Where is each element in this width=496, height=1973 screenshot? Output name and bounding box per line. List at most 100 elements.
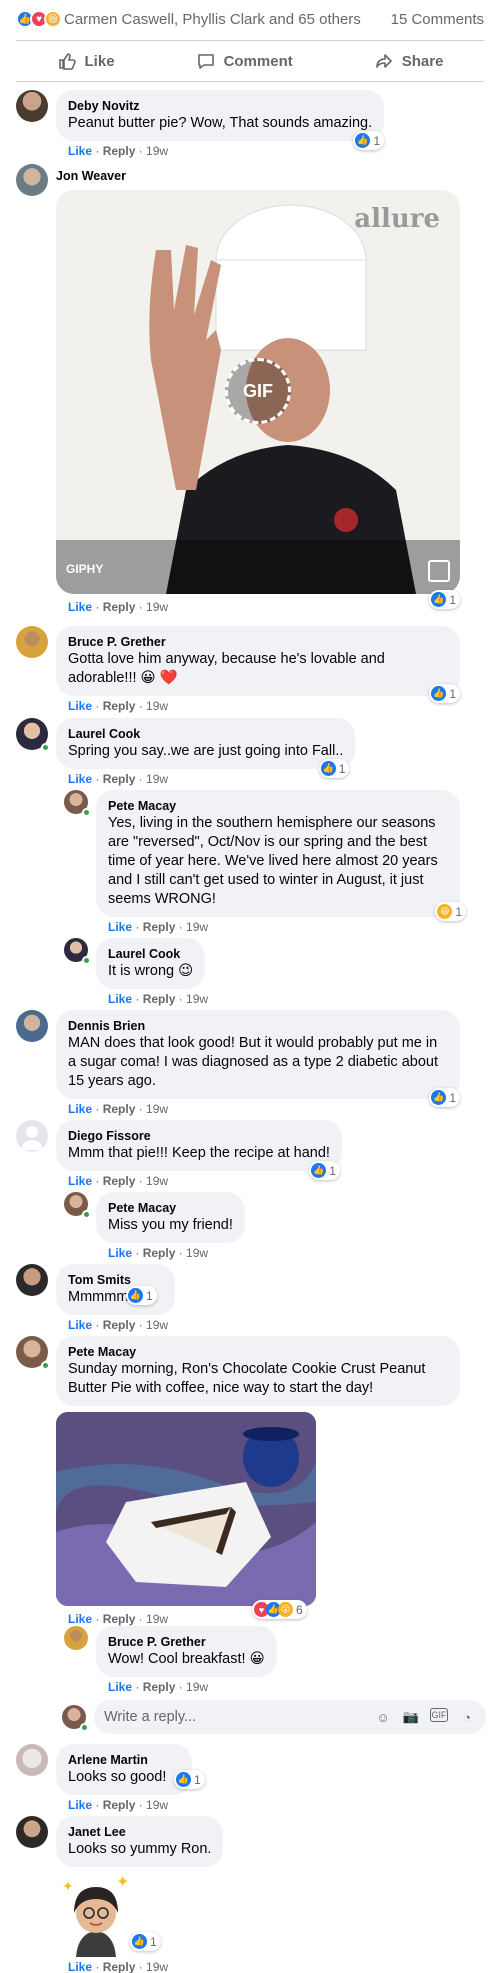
comment-author[interactable]: Dennis Brien [68, 1018, 448, 1034]
giphy-attribution[interactable]: GIPHY [66, 562, 103, 576]
comment-reply-link[interactable]: Reply [103, 600, 136, 614]
comment-like-link[interactable]: Like [68, 1318, 92, 1332]
comment-reply-link[interactable]: Reply [103, 144, 136, 158]
comment-author[interactable]: Bruce P. Grether [68, 634, 448, 650]
reactors-list[interactable]: Carmen Caswell, Phyllis Clark and 65 oth… [64, 11, 391, 28]
comment-like-link[interactable]: Like [68, 772, 92, 786]
photo-attachment[interactable] [56, 1412, 316, 1606]
share-button[interactable]: Share [374, 51, 443, 71]
comment-time[interactable]: 19w [186, 1680, 208, 1694]
avatar[interactable] [16, 1336, 50, 1370]
comment-like-link[interactable]: Like [108, 920, 132, 934]
comment-reply-link[interactable]: Reply [103, 1102, 136, 1116]
comment-author[interactable]: Deby Novitz [68, 98, 372, 114]
reply-input[interactable]: Write a reply... ☺ 📷 GIF ◔ [94, 1700, 486, 1734]
avatar[interactable] [16, 90, 48, 122]
comment-author[interactable]: Tom Smits [68, 1272, 131, 1288]
avatar[interactable] [16, 626, 48, 658]
comment-reactions[interactable]: 👍 1 [126, 1286, 157, 1305]
comment-like-link[interactable]: Like [68, 600, 92, 614]
avatar[interactable] [16, 1120, 48, 1152]
comment-time[interactable]: 19w [146, 144, 168, 158]
reaction-icons[interactable]: 👍 ♥ 😆 [16, 10, 62, 28]
comments-count[interactable]: 15 Comments [391, 11, 484, 28]
comment-time[interactable]: 19w [146, 1798, 168, 1812]
comment-time[interactable]: 19w [146, 699, 168, 713]
comment-author[interactable]: Bruce P. Grether [108, 1634, 265, 1650]
avatar[interactable] [16, 1744, 48, 1776]
smiley-icon[interactable]: ☺ [374, 1708, 392, 1726]
comment-time[interactable]: 19w [186, 920, 208, 934]
comment-time[interactable]: 19w [146, 1174, 168, 1188]
comment-author[interactable]: Laurel Cook [108, 946, 193, 962]
comment-time[interactable]: 19w [146, 772, 168, 786]
comment-author[interactable]: Janet Lee [68, 1824, 211, 1840]
comment-reply-link[interactable]: Reply [103, 1960, 136, 1973]
comment-reactions[interactable]: 👍 1 [429, 1088, 460, 1107]
comment-reply-link[interactable]: Reply [103, 1612, 136, 1626]
avatar[interactable] [16, 1264, 48, 1296]
avatar[interactable] [64, 938, 91, 965]
comment-time[interactable]: 19w [146, 1612, 168, 1626]
comment-like-link[interactable]: Like [68, 1174, 92, 1188]
gif-icon[interactable]: GIF [430, 1708, 448, 1722]
comment-reactions[interactable]: 👍 1 [174, 1770, 205, 1789]
open-external-icon[interactable] [428, 560, 450, 582]
comment-time[interactable]: 19w [146, 1102, 168, 1116]
comment-author[interactable]: Jon Weaver [56, 168, 460, 184]
comment-author[interactable]: Arlene Martin [68, 1752, 166, 1768]
comment-reply-link[interactable]: Reply [143, 992, 176, 1006]
comment-time[interactable]: 19w [146, 1960, 168, 1973]
comment-like-link[interactable]: Like [68, 1798, 92, 1812]
comment-author[interactable]: Diego Fissore [68, 1128, 330, 1144]
comment-time[interactable]: 19w [146, 1318, 168, 1332]
comment-reply-link[interactable]: Reply [103, 699, 136, 713]
sticker-icon[interactable]: ◔ [458, 1708, 476, 1726]
comment-reactions[interactable]: 😆 1 [435, 902, 466, 921]
comment-time[interactable]: 19w [186, 992, 208, 1006]
like-button[interactable]: Like [57, 51, 115, 71]
avatar-sticker[interactable]: ✦ ✦ [56, 1873, 136, 1957]
comment-reactions[interactable]: 👍 1 [130, 1932, 161, 1951]
comment-like-link[interactable]: Like [68, 144, 92, 158]
comment-reactions[interactable]: ♥ 👍 😮 6 [252, 1600, 307, 1619]
comment-author[interactable]: Pete Macay [108, 1200, 233, 1216]
avatar[interactable] [64, 790, 91, 817]
comment-reactions[interactable]: 👍 1 [353, 131, 385, 150]
avatar[interactable] [16, 1010, 48, 1042]
comment-reactions[interactable]: 👍 1 [429, 590, 460, 609]
camera-icon[interactable]: 📷 [402, 1708, 420, 1726]
avatar[interactable] [62, 1705, 89, 1732]
comment-bubble: Diego Fissore Mmm that pie!!! Keep the r… [56, 1120, 342, 1171]
comment-like-link[interactable]: Like [108, 1246, 132, 1260]
comment-reactions[interactable]: 👍 1 [429, 684, 460, 703]
comment-reactions[interactable]: 👍 1 [309, 1161, 340, 1180]
comment-reply-link[interactable]: Reply [143, 1246, 176, 1260]
comment-reply-link[interactable]: Reply [103, 1174, 136, 1188]
comment-time[interactable]: 19w [186, 1246, 208, 1260]
gif-play-badge[interactable]: GIF [225, 358, 291, 424]
comment-reactions[interactable]: 👍 1 [318, 759, 350, 778]
comment-like-link[interactable]: Like [108, 1680, 132, 1694]
comment-like-link[interactable]: Like [68, 1612, 92, 1626]
avatar[interactable] [64, 1626, 88, 1650]
comment-button[interactable]: Comment [196, 51, 293, 71]
comment-author[interactable]: Laurel Cook [68, 726, 343, 742]
avatar[interactable] [16, 1816, 48, 1848]
comment-reply-link[interactable]: Reply [143, 1680, 176, 1694]
avatar[interactable] [64, 1192, 91, 1219]
comment-reply-link[interactable]: Reply [103, 772, 136, 786]
comment-author[interactable]: Pete Macay [108, 798, 448, 814]
comment-reply-link[interactable]: Reply [103, 1798, 136, 1812]
avatar[interactable] [16, 718, 50, 752]
comment-like-link[interactable]: Like [68, 1102, 92, 1116]
comment-reply-link[interactable]: Reply [103, 1318, 136, 1332]
comment-like-link[interactable]: Like [108, 992, 132, 1006]
comment-like-link[interactable]: Like [68, 1960, 92, 1973]
avatar[interactable] [16, 164, 48, 196]
gif-attachment[interactable]: allure GIF GIPHY [56, 190, 460, 594]
comment-like-link[interactable]: Like [68, 699, 92, 713]
comment-author[interactable]: Pete Macay [68, 1344, 448, 1360]
comment-reply-link[interactable]: Reply [143, 920, 176, 934]
comment-time[interactable]: 19w [146, 600, 168, 614]
